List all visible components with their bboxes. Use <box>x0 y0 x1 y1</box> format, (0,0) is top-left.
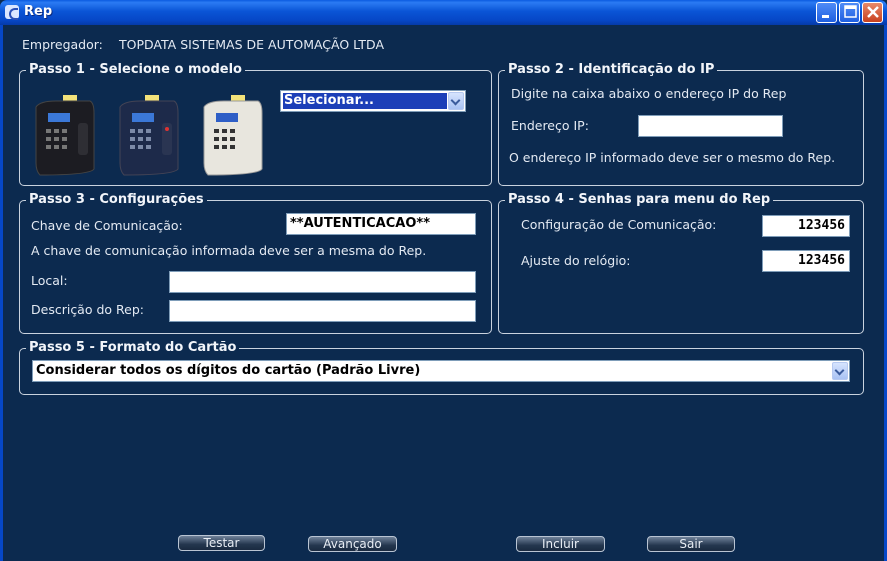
device-model-dark-blue[interactable] <box>114 93 180 177</box>
maximize-icon <box>840 3 859 22</box>
ip-instruction: Digite na caixa abaixo o endereço IP do … <box>511 86 787 101</box>
step5-legend: Passo 5 - Formato do Cartão <box>26 340 240 355</box>
maximize-button[interactable] <box>839 2 860 23</box>
key-note: A chave de comunicação informada deve se… <box>31 243 427 258</box>
ip-label: Endereço IP: <box>511 118 589 133</box>
app-icon <box>5 5 19 20</box>
device-model-white[interactable] <box>198 93 264 177</box>
local-input[interactable] <box>169 271 476 293</box>
description-label: Descrição do Rep: <box>31 302 144 317</box>
chevron-down-icon[interactable] <box>832 362 848 380</box>
window-title: Rep <box>24 4 53 19</box>
title-bar[interactable]: Rep <box>0 0 887 25</box>
comm-password-label: Configuração de Comunicação: <box>521 217 717 232</box>
step4-legend: Passo 4 - Senhas para menu do Rep <box>505 192 774 207</box>
advanced-button[interactable]: Avançado <box>308 536 397 552</box>
minimize-button[interactable] <box>816 2 837 23</box>
include-button[interactable]: Incluir <box>516 536 605 552</box>
step1-legend: Passo 1 - Selecione o modelo <box>26 62 245 77</box>
model-select[interactable]: Selecionar... <box>280 90 466 112</box>
key-label: Chave de Comunicação: <box>31 218 183 233</box>
step3-legend: Passo 3 - Configurações <box>26 192 207 207</box>
close-icon <box>863 3 882 22</box>
ip-input[interactable] <box>638 115 783 137</box>
clock-password-input[interactable]: 123456 <box>762 250 850 272</box>
minimize-icon <box>817 3 836 22</box>
window-border-left <box>0 25 3 561</box>
chevron-down-icon[interactable] <box>448 92 464 110</box>
ip-note: O endereço IP informado deve ser o mesmo… <box>509 150 836 165</box>
time-clock-icon <box>203 95 263 176</box>
time-clock-icon <box>35 95 95 176</box>
exit-button[interactable]: Sair <box>647 536 735 552</box>
employer-name: TOPDATA SISTEMAS DE AUTOMAÇÃO LTDA <box>119 37 385 52</box>
local-label: Local: <box>31 273 68 288</box>
test-button[interactable]: Testar <box>178 535 265 551</box>
description-input[interactable] <box>169 300 476 322</box>
card-format-value: Considerar todos os dígitos do cartão (P… <box>36 363 421 378</box>
close-button[interactable] <box>862 2 883 23</box>
clock-password-label: Ajuste do relógio: <box>521 253 631 268</box>
device-model-black[interactable] <box>30 93 96 177</box>
step2-legend: Passo 2 - Identificação do IP <box>505 62 718 77</box>
communication-key-input[interactable]: **AUTENTICACAO** <box>286 213 476 235</box>
employer-label: Empregador: <box>22 37 103 52</box>
comm-password-input[interactable]: 123456 <box>762 215 850 237</box>
model-select-value: Selecionar... <box>284 93 374 108</box>
time-clock-icon <box>119 95 179 176</box>
card-format-select[interactable]: Considerar todos os dígitos do cartão (P… <box>32 360 850 382</box>
rep-window: Rep Empregador: TOPDATA SISTEMAS DE AUTO… <box>0 0 887 561</box>
